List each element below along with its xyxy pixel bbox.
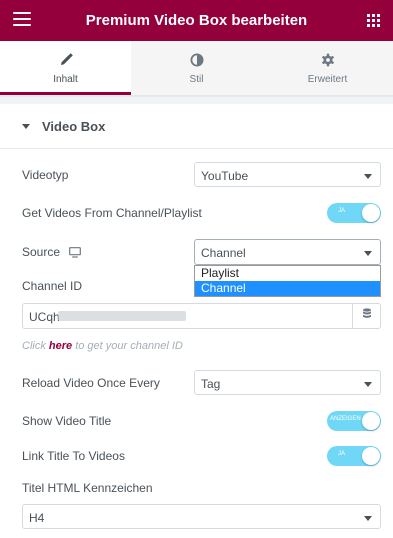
tab-label: Stil [189,74,204,85]
panel-tabs: Inhalt Stil Erweitert [0,41,393,96]
toggle-text: ANZEIGEN [330,416,361,422]
channel-id-value: UCqh [29,310,60,324]
editor-header: Premium Video Box bearbeiten [0,0,393,41]
dynamic-tags-button[interactable] [353,303,381,329]
section-title: Video Box [42,119,106,134]
redacted-channel-id [58,311,186,321]
channel-id-help: Click here to get your channel ID [22,340,183,352]
html-tag-select[interactable]: H4 [22,504,381,529]
toggle-knob [362,204,380,222]
tab-stil[interactable]: Stil [131,41,262,95]
source-option-playlist[interactable]: Playlist [195,266,380,281]
show-title-toggle[interactable]: ANZEIGEN [327,411,381,431]
chevron-down-icon [364,174,372,179]
help-prefix: Click [22,340,49,352]
source-label-text: Source [22,245,61,259]
database-icon [362,307,372,325]
source-dropdown: Playlist Channel [194,265,381,297]
pencil-icon [0,53,131,69]
monitor-icon[interactable] [69,247,82,261]
toggle-text: JA [338,208,346,214]
tab-label: Inhalt [53,74,78,85]
tab-label: Erweitert [307,74,348,85]
help-suffix: to get your channel ID [72,340,183,352]
toggle-text: JA [338,451,346,457]
chevron-down-icon [364,382,372,387]
html-tag-label: Titel HTML Kennzeichen [22,481,153,495]
tab-inhalt[interactable]: Inhalt [0,41,131,95]
video-type-select[interactable]: YouTube [194,162,381,187]
from-channel-toggle[interactable]: JA [327,203,381,223]
source-select[interactable]: Channel [194,239,381,265]
chevron-down-icon [364,516,372,521]
video-type-label: Videotyp [22,168,69,182]
section-video-box[interactable]: Video Box [0,104,393,149]
link-title-toggle[interactable]: JA [327,446,381,466]
link-title-label: Link Title To Videos [22,449,125,463]
reload-select[interactable]: Tag [194,370,381,395]
gear-icon [262,53,393,69]
source-label: Source [22,245,82,261]
source-value: Channel [201,246,246,260]
help-link[interactable]: here [49,340,72,352]
apps-grid-icon[interactable] [367,14,380,27]
tab-erweitert[interactable]: Erweitert [262,41,393,95]
reload-label: Reload Video Once Every [22,376,160,390]
section-separator [0,96,393,104]
caret-down-icon [22,124,30,129]
toggle-knob [362,412,380,430]
from-channel-label: Get Videos From Channel/Playlist [22,206,202,220]
html-tag-value: H4 [29,511,45,525]
half-circle-icon [131,53,262,69]
chevron-down-icon [364,251,372,256]
toggle-knob [362,447,380,465]
panel-title: Premium Video Box bearbeiten [85,12,308,29]
reload-value: Tag [201,377,221,391]
channel-id-label: Channel ID [22,279,83,293]
source-option-channel[interactable]: Channel [195,281,380,296]
video-type-value: YouTube [201,169,249,183]
show-title-label: Show Video Title [22,414,112,428]
